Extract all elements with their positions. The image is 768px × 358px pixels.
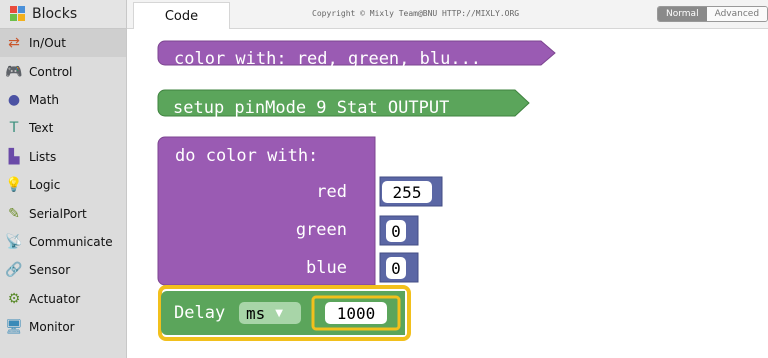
procedure-header: do color with:	[175, 146, 319, 166]
bulb-icon: 💡	[5, 177, 23, 194]
sidebar-item-label: SerialPort	[29, 206, 87, 221]
toolbox-title: Blocks	[32, 6, 78, 22]
delay-value-field[interactable]: 1000	[325, 302, 387, 324]
text-icon: T	[9, 120, 19, 137]
chevron-down-icon: ▼	[275, 307, 283, 319]
sidebar-item-label: Lists	[29, 149, 57, 164]
tab-code[interactable]: Code	[133, 2, 230, 29]
gamepad-icon: 🎮	[5, 63, 23, 80]
math-icon: ●	[7, 91, 21, 108]
color-call-label: color with: red, green, blu...	[174, 49, 482, 69]
sidebar-item-label: Text	[29, 121, 54, 136]
delay-unit-value: ms	[246, 303, 266, 323]
mode-normal-button[interactable]: Normal	[658, 7, 707, 21]
sidebar-item-control[interactable]: 🎮 Control	[0, 57, 126, 85]
sidebar-item-logic[interactable]: 💡 Logic	[0, 171, 126, 199]
setup-label: setup pinMode 9 Stat OUTPUT	[173, 98, 450, 118]
sidebar-item-label: Logic	[29, 178, 61, 193]
lists-icon: ▙	[8, 148, 20, 165]
sidebar-item-math[interactable]: ● Math	[0, 86, 126, 114]
toolbox-sidebar: Blocks ⇄ In/Out 🎮 Control ● Math T Text ▙ Lists 💡 L…	[0, 0, 127, 358]
sidebar-item-label: Communicate	[29, 234, 113, 249]
blocks-logo-icon	[10, 6, 26, 22]
param-red-label: red	[316, 182, 347, 202]
param-blue-label: blue	[306, 258, 347, 278]
sidebar-item-text[interactable]: T Text	[0, 114, 126, 142]
toolbox-header: Blocks	[0, 0, 126, 29]
sidebar-item-monitor[interactable]: 🖥 Monitor	[0, 313, 126, 341]
red-value-field[interactable]: 255	[382, 181, 432, 203]
mode-toggle: Normal Advanced	[657, 6, 768, 22]
sidebar-item-lists[interactable]: ▙ Lists	[0, 143, 126, 171]
sensor-icon: 🔗	[5, 262, 23, 279]
sidebar-item-serialport[interactable]: ✎ SerialPort	[0, 199, 126, 227]
sidebar-item-actuator[interactable]: ⚙ Actuator	[0, 285, 126, 313]
blue-value-field[interactable]: 0	[386, 257, 406, 279]
sidebar-item-label: Monitor	[29, 320, 75, 335]
param-green-label: green	[295, 220, 347, 240]
block-workspace[interactable]: color with: red, green, blu... setup pin…	[127, 29, 768, 358]
sidebar-item-label: Sensor	[29, 263, 71, 278]
top-bar: Code Copyright © Mixly Team@BNU HTTP://M…	[127, 0, 768, 29]
in-out-icon: ⇄	[8, 35, 20, 52]
green-value-field[interactable]: 0	[386, 220, 406, 242]
sidebar-item-label: Math	[29, 92, 60, 107]
mode-advanced-button[interactable]: Advanced	[706, 7, 768, 21]
monitor-icon: 🖥	[5, 319, 23, 336]
tab-code-label: Code	[164, 8, 199, 24]
delay-unit-dropdown[interactable]: ms ▼	[239, 302, 301, 324]
sidebar-item-label: Control	[29, 64, 73, 79]
serial-icon: ✎	[8, 205, 20, 222]
delay-label: Delay	[174, 303, 226, 323]
sidebar-item-label: In/Out	[29, 36, 66, 51]
sidebar-item-label: Actuator	[29, 291, 81, 306]
satellite-icon: 📡	[5, 233, 23, 250]
copyright-text: Copyright © Mixly Team@BNU HTTP://MIXLY.…	[312, 9, 520, 18]
sidebar-item-communicate[interactable]: 📡 Communicate	[0, 228, 126, 256]
sidebar-item-inout[interactable]: ⇄ In/Out	[0, 29, 126, 58]
sidebar-item-sensor[interactable]: 🔗 Sensor	[0, 256, 126, 284]
actuator-icon: ⚙	[7, 290, 21, 307]
